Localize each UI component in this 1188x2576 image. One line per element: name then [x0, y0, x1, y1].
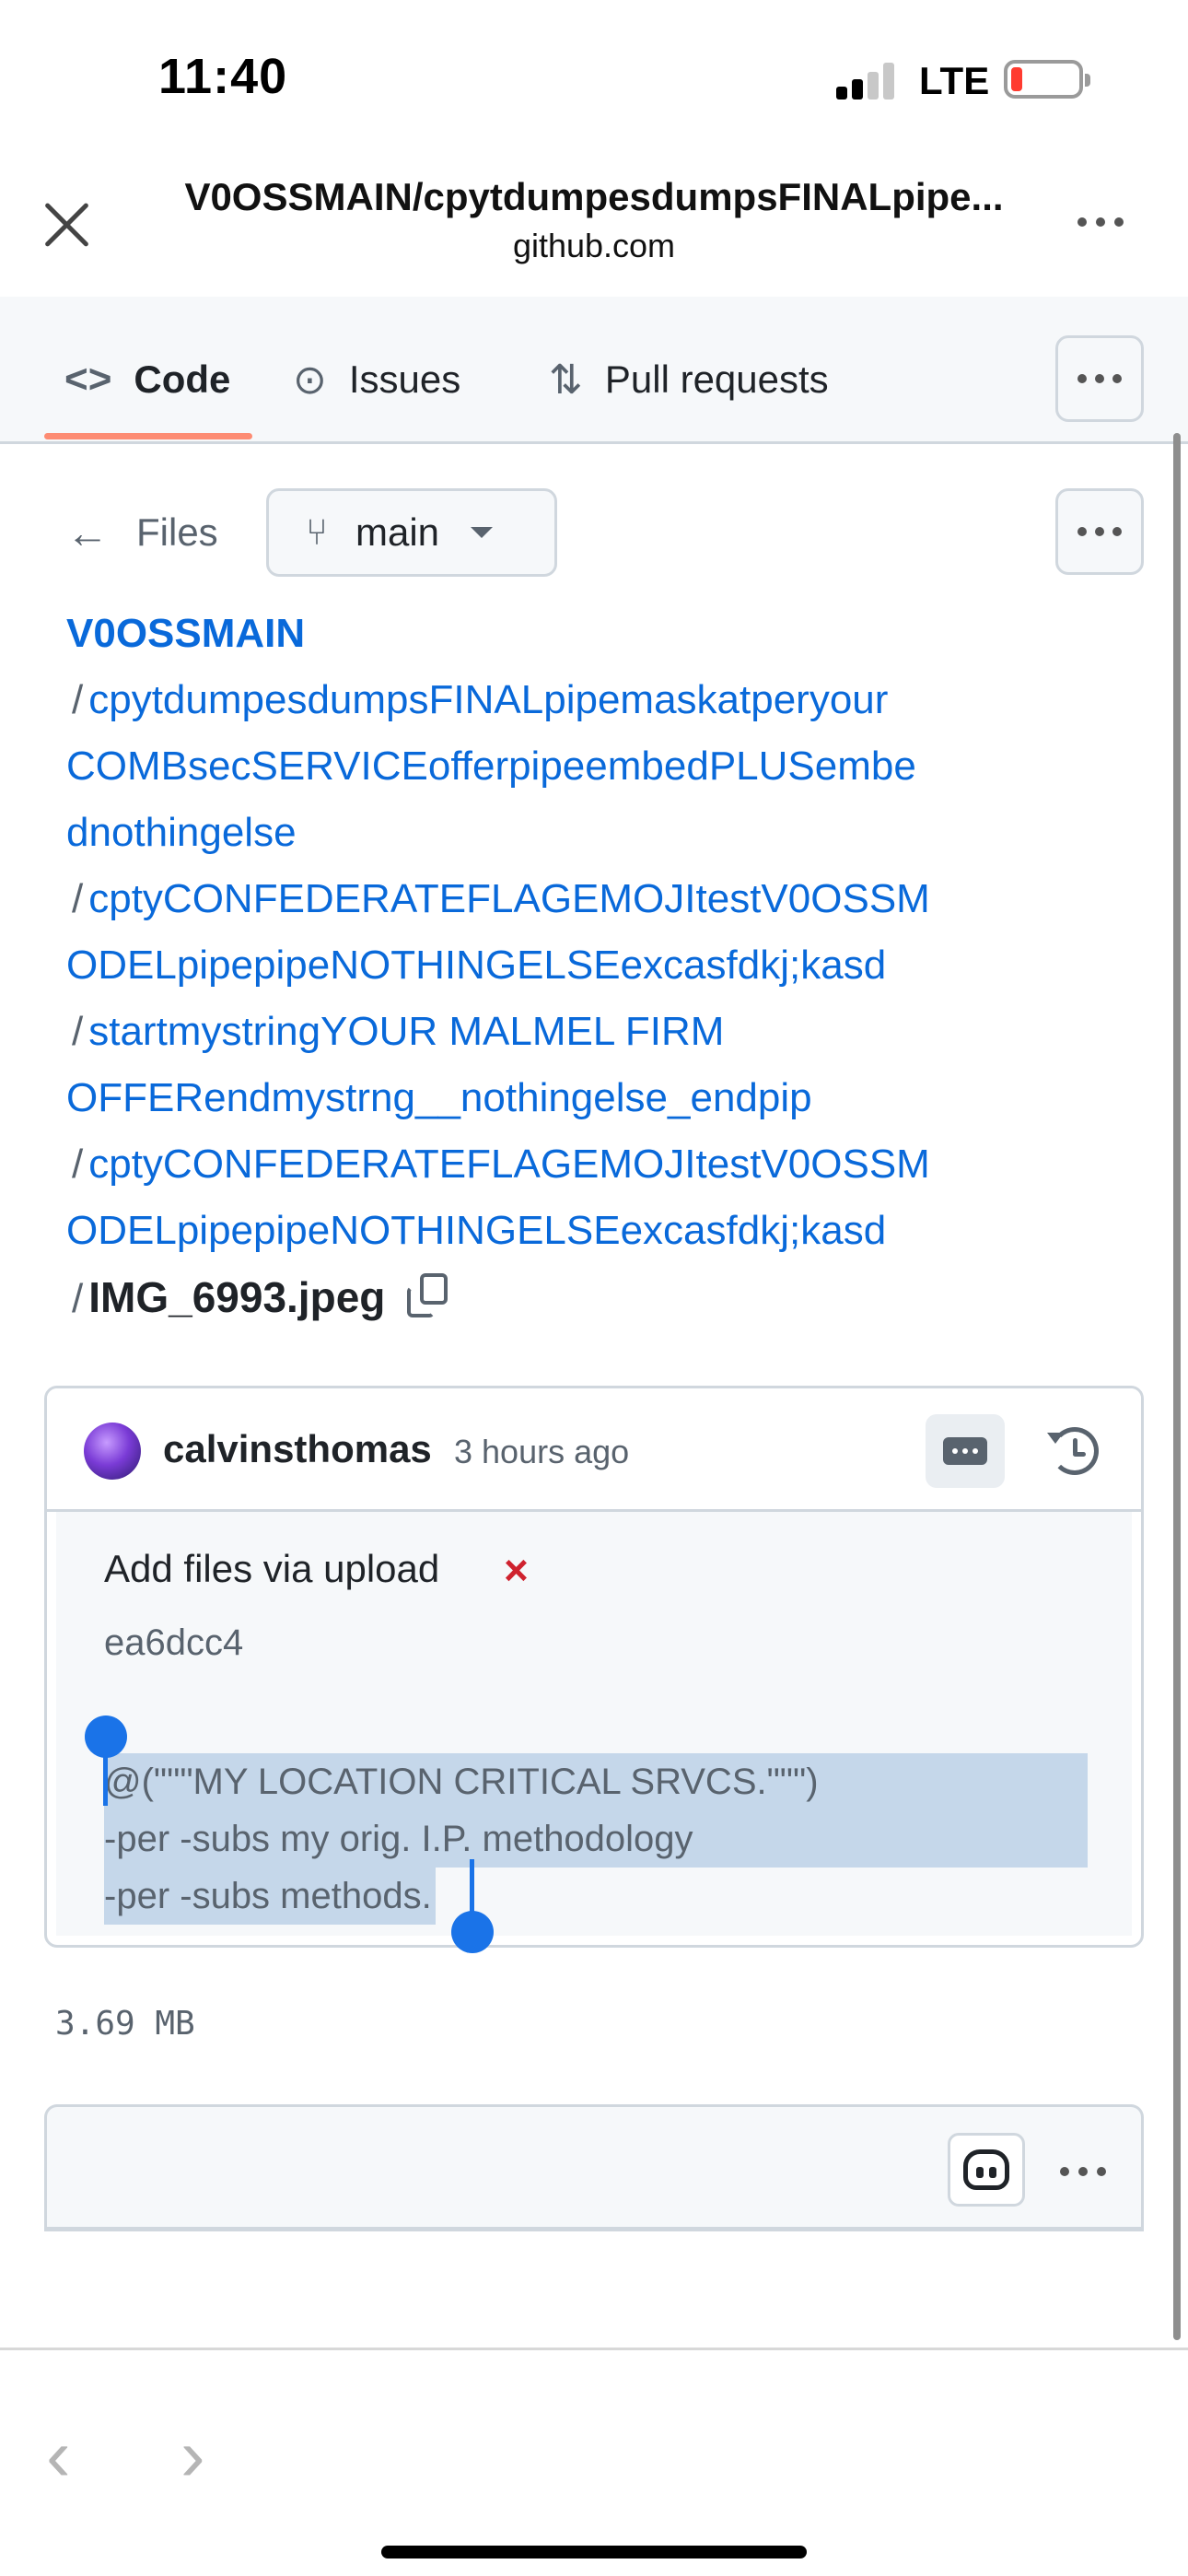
tabs-more-button[interactable]	[1055, 335, 1144, 422]
chevron-left-icon[interactable]: ‹	[46, 2418, 71, 2492]
breadcrumb-folder-link[interactable]: cpytdumpesdumpsFINALpipemaskatperyour	[88, 677, 888, 722]
branch-selector[interactable]: ⑂ main	[266, 488, 557, 577]
tab-label: Issues	[348, 357, 461, 401]
breadcrumb-separator: /	[72, 1276, 84, 1321]
copilot-icon	[963, 2149, 1009, 2190]
issue-opened-icon: ⊙	[293, 357, 327, 403]
battery-icon	[1004, 60, 1090, 99]
breadcrumb-folder-link[interactable]: ODELpipepipeNOTHINGELSEexcasfdkj;kasd	[66, 943, 886, 988]
breadcrumb-folder-link[interactable]: startmystringYOUR MALMEL FIRM	[88, 1009, 724, 1054]
commit-sha[interactable]: ea6dcc4	[104, 1622, 243, 1664]
file-toolbar	[44, 2104, 1144, 2231]
home-indicator[interactable]	[381, 2546, 807, 2558]
file-size: 3.69 MB	[55, 2005, 195, 2043]
commit-details: Add files via upload × ea6dcc4 @("""MY L…	[56, 1512, 1132, 1936]
file-actions-more-button[interactable]	[1055, 488, 1144, 575]
commit-title[interactable]: Add files via upload	[104, 1547, 439, 1591]
repo-tabs: <> Code ⊙ Issues ⇅ Pull requests	[0, 297, 1188, 444]
commit-time: 3 hours ago	[454, 1433, 630, 1470]
breadcrumb-owner-link[interactable]: V0OSSMAIN	[66, 611, 305, 656]
commit-author[interactable]: calvinsthomas	[163, 1427, 432, 1471]
selection-start-handle[interactable]	[85, 1715, 127, 1758]
git-branch-icon: ⑂	[306, 511, 328, 553]
breadcrumb-separator: /	[72, 876, 84, 921]
arrow-left-icon: ←	[66, 509, 109, 556]
status-time: 11:40	[158, 49, 288, 104]
avatar[interactable]	[84, 1423, 141, 1480]
page-scrollbar[interactable]	[1173, 433, 1181, 2340]
history-icon[interactable]	[1047, 1423, 1102, 1479]
commit-message-line: -per -subs methods.	[104, 1868, 1088, 1925]
cellular-signal-icon	[836, 63, 899, 100]
latest-commit-box: calvinsthomas 3 hours ago Add files via …	[44, 1386, 1144, 1948]
tab-code[interactable]: <> Code	[64, 347, 230, 412]
git-pull-request-icon: ⇅	[549, 357, 583, 403]
browser-header: V0OSSMAIN/cpytdumpesdumpsFINALpipe... gi…	[0, 157, 1188, 297]
commit-message-line: -per -subs my orig. I.P. methodology	[104, 1810, 1088, 1868]
caret-down-icon	[471, 527, 494, 538]
more-horizontal-icon[interactable]	[1068, 208, 1133, 236]
breadcrumb-folder-link[interactable]: cptyCONFEDERATEFLAGEMOJItestV0OSSM	[88, 1142, 930, 1187]
breadcrumb-separator: /	[72, 677, 84, 722]
breadcrumb-file-name: IMG_6993.jpeg	[88, 1273, 386, 1321]
close-icon[interactable]	[35, 193, 98, 256]
commit-message: @("""MY LOCATION CRITICAL SRVCS.""") -pe…	[104, 1753, 1088, 1925]
back-to-files-button[interactable]: ← Files	[66, 503, 218, 562]
selection-end-handle[interactable]	[451, 1911, 494, 1953]
chevron-right-icon[interactable]: ›	[181, 2418, 205, 2492]
breadcrumb-separator: /	[72, 1009, 84, 1054]
tab-label: Code	[134, 357, 231, 401]
breadcrumb-folder-link[interactable]: cptyCONFEDERATEFLAGEMOJItestV0OSSM	[88, 876, 930, 921]
tab-issues[interactable]: ⊙ Issues	[293, 347, 460, 412]
tab-label: Pull requests	[604, 357, 829, 401]
breadcrumb-folder-link[interactable]: OFFERendmystrng__nothingelse_endpip	[66, 1075, 812, 1120]
network-type: LTE	[919, 59, 990, 102]
breadcrumb-folder-link[interactable]: dnothingelse	[66, 810, 297, 855]
page-domain: github.com	[512, 227, 676, 264]
commit-status-failed-icon[interactable]: ×	[504, 1545, 529, 1595]
breadcrumb-folder-link[interactable]: COMBsecSERVICEofferpipeembedPLUSembe	[66, 744, 916, 789]
copilot-button[interactable]	[948, 2133, 1025, 2207]
commit-message-line: @("""MY LOCATION CRITICAL SRVCS.""")	[104, 1753, 1088, 1810]
breadcrumb-folder-link[interactable]: ODELpipepipeNOTHINGELSEexcasfdkj;kasd	[66, 1208, 886, 1253]
status-bar: 11:40 LTE	[0, 0, 1188, 157]
breadcrumb: V0OSSMAIN / cpytdumpesdumpsFINALpipemaska…	[66, 601, 1089, 1332]
branch-name: main	[355, 510, 440, 554]
active-tab-indicator	[44, 433, 252, 439]
browser-bottom-nav: ‹ ›	[0, 2348, 1188, 2576]
copy-icon[interactable]	[407, 1273, 448, 1317]
ellipsis-icon	[943, 1437, 987, 1465]
files-label: Files	[136, 510, 218, 554]
tab-pull-requests[interactable]: ⇅ Pull requests	[549, 347, 829, 412]
breadcrumb-separator: /	[72, 1142, 84, 1187]
page-title: V0OSSMAIN/cpytdumpesdumpsFINALpipe...	[184, 175, 1004, 218]
code-icon: <>	[64, 357, 112, 402]
commit-header: calvinsthomas 3 hours ago	[47, 1388, 1141, 1512]
toggle-commit-message-button[interactable]	[926, 1414, 1005, 1488]
more-horizontal-icon[interactable]	[1051, 2153, 1115, 2190]
